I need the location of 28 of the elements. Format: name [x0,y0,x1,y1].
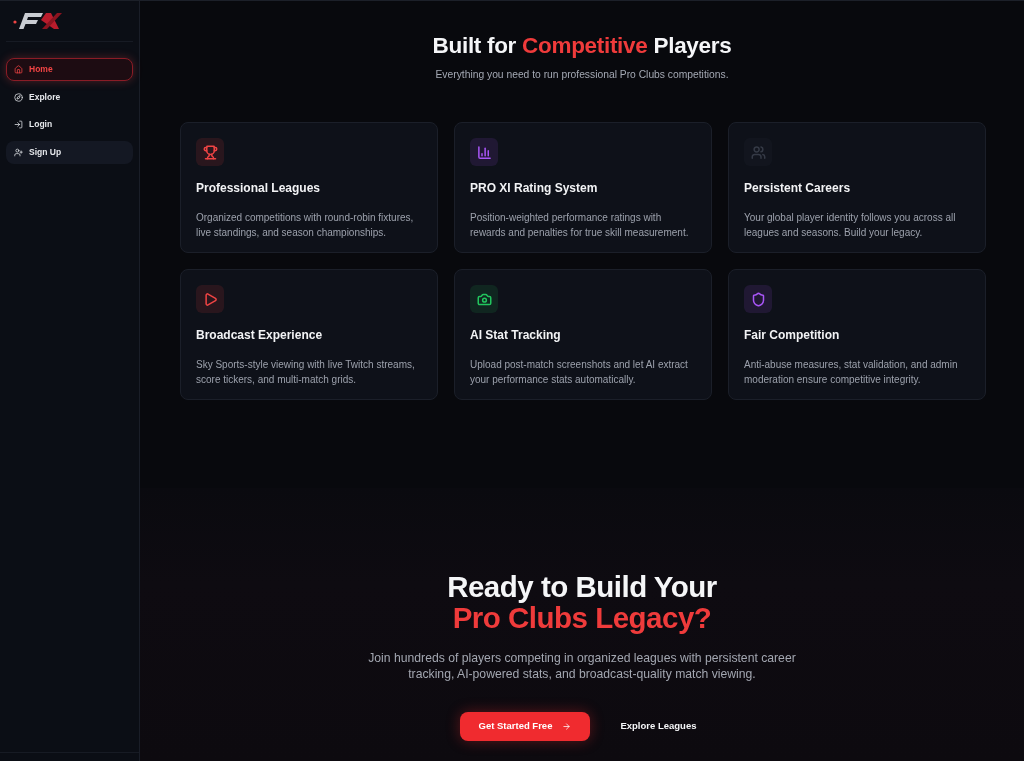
feature-title: Fair Competition [744,328,841,342]
feature-description: Upload post-match screenshots and let AI extract your performance stats automatically. [470,358,689,387]
section-subtitle: Everything you need to run professional Pro Clubs competitions. [435,68,729,82]
feature-description: Position-weighted performance ratings with rewards and penalties for true skill measurement. [470,211,690,240]
nav-item[interactable]: Home [6,58,133,81]
user-plus-icon [14,147,23,157]
section-heading: Built for Competitive Players [432,32,732,60]
feature-title: Broadcast Experience [196,328,324,342]
nav-item[interactable]: Explore [6,85,133,109]
feature-description: Sky Sports-style viewing with live Twitch streams, score tickers, and multi-match grids. [196,358,416,387]
logo [13,11,63,31]
nav-item[interactable]: Sign Up [6,140,133,164]
feature-description: Anti-abuse measures, stat validation, and admin moderation ensure competitive integrity. [744,358,959,387]
arrow-right-icon [562,722,572,731]
feature-title: Persistent Careers [744,181,852,195]
home-icon [14,65,23,74]
compass-icon [14,92,23,102]
feature-title: AI Stat Tracking [470,328,562,342]
feature-description: Your global player identity follows you across all leagues and seasons. Build your legacy. [744,211,957,240]
login-icon [14,120,23,129]
feature-description: Organized competitions with round-robin fixtures, live standings, and season championships. [196,211,415,240]
nav-item[interactable]: Login [6,113,133,136]
feature-title: Professional Leagues [196,181,322,195]
get-started-button[interactable]: Get Started Free [459,712,591,741]
explore-leagues-link[interactable]: Explore Leagues [620,719,697,734]
cta-heading: Ready to Build Your Pro Clubs Legacy? [447,571,717,633]
feature-title: PRO XI Rating System [470,181,599,195]
cta-description: Join hundreds of players competing in organized leagues with persistent career tracking, AI-powered stats, and broadcast-quality match viewing. [367,650,797,682]
